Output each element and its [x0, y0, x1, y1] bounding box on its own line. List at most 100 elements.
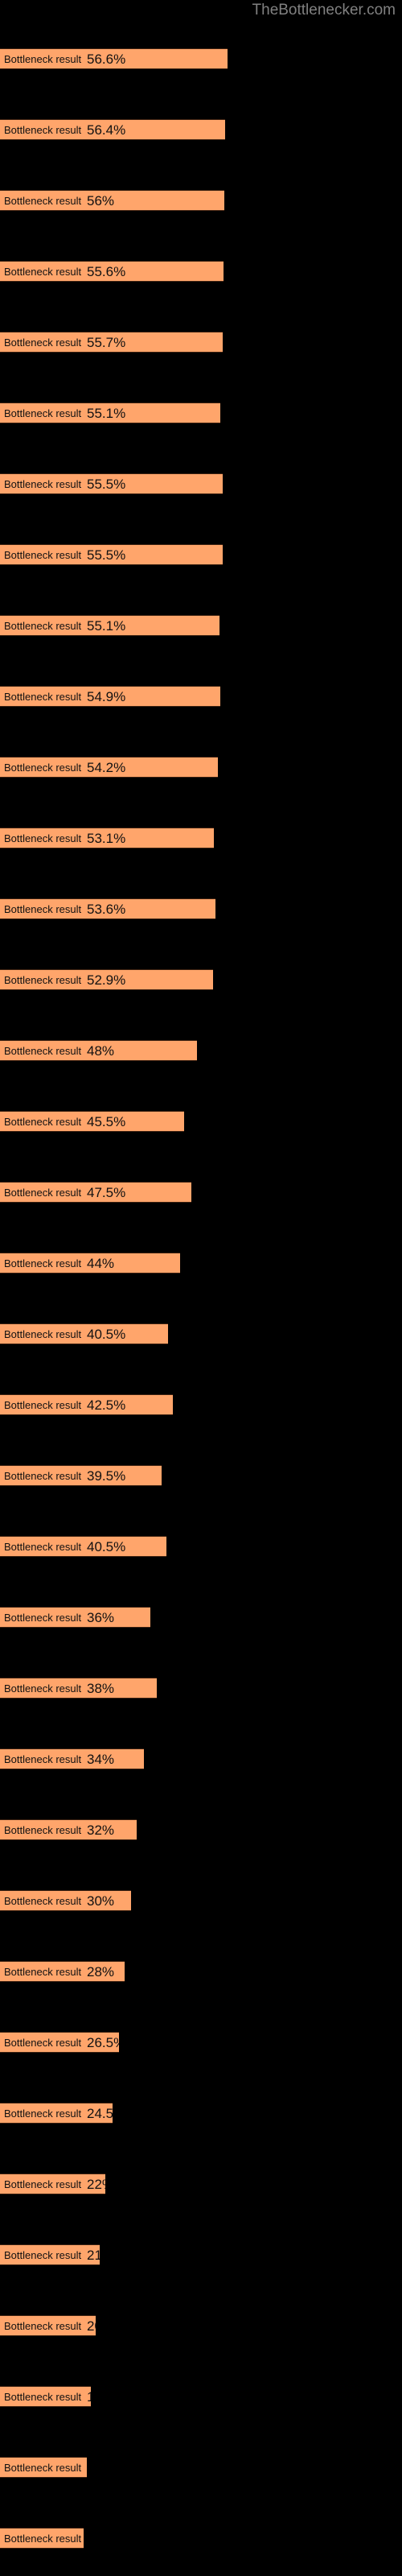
bar-category-label: Bottleneck result: [4, 1824, 82, 1836]
bar-value-label: 53.1%: [87, 831, 126, 846]
bar-category-label: Bottleneck result: [4, 832, 82, 844]
bar-value-label: 54.9%: [87, 689, 126, 704]
bar: Bottleneck result 48%: [0, 1040, 197, 1061]
bar: Bottleneck result 24.5%: [0, 2103, 113, 2124]
bar: Bottleneck result 39.5%: [0, 1465, 162, 1486]
bar: Bottleneck result 36%: [0, 1607, 150, 1628]
bar-category-label: Bottleneck result: [4, 1470, 82, 1482]
bar-category-label: Bottleneck result: [4, 762, 82, 774]
bar-category-label: Bottleneck result: [4, 1187, 82, 1199]
bar-value-label: 56.4%: [87, 122, 126, 138]
bar-value-label: 32%: [87, 1823, 115, 1838]
bar: Bottleneck result 44%: [0, 1253, 180, 1274]
bar-category-label: Bottleneck result: [4, 478, 82, 490]
bar-category-label: Bottleneck result: [4, 266, 82, 278]
bar-category-label: Bottleneck result: [4, 1895, 82, 1907]
bar-category-label: Bottleneck result: [4, 1753, 82, 1765]
bar: Bottleneck result 22%: [0, 2174, 105, 2194]
bar-value-label: 55.6%: [87, 264, 126, 279]
bar: Bottleneck result 56%: [0, 190, 224, 211]
bar-value-label: 22%: [87, 2177, 105, 2192]
bar-value-label: 48%: [87, 1043, 115, 1059]
bar-category-label: Bottleneck result: [4, 53, 82, 65]
bar-category-label: Bottleneck result: [4, 620, 82, 632]
bar-value-label: 39.5%: [87, 1468, 126, 1484]
bar: Bottleneck result 52.9%: [0, 969, 213, 990]
bar-value-label: 47.5%: [87, 1185, 126, 1200]
bottleneck-bar-chart: TheBottlenecker.com Bottleneck result 56.…: [0, 0, 402, 2576]
bar: Bottleneck result 47.5%: [0, 1182, 191, 1203]
bar-category-label: Bottleneck result: [4, 195, 82, 207]
bar-value-label: 40.5%: [87, 1539, 126, 1554]
bar-value-label: 21%: [87, 2248, 100, 2263]
bar-value-label: 28%: [87, 1964, 115, 1979]
bar-value-label: 38%: [87, 1681, 115, 1696]
bar: Bottleneck result 54.2%: [0, 757, 218, 778]
bar: Bottleneck result17.5%: [0, 2457, 87, 2478]
bar: Bottleneck result 55.5%: [0, 544, 223, 565]
bar-category-label: Bottleneck result: [4, 1328, 82, 1340]
bar-value-label: 26.5%: [87, 2035, 119, 2050]
bar: Bottleneck result 34%: [0, 1748, 144, 1769]
bar: Bottleneck result 40.5%: [0, 1536, 166, 1557]
bar-category-label: Bottleneck result: [4, 1541, 82, 1553]
bar: Bottleneck result 30%: [0, 1890, 131, 1911]
bar-value-label: 18.5%: [87, 2387, 91, 2406]
bar-value-label: 20%: [87, 2318, 96, 2334]
bar: Bottleneck result 55.5%: [0, 473, 223, 494]
bar-value-label: 55.7%: [87, 335, 126, 350]
bar-category-label: Bottleneck result: [4, 903, 82, 915]
bar: Bottleneck result 21%: [0, 2244, 100, 2265]
bar-value-label: 54.2%: [87, 760, 126, 775]
bar-value-label: 45.5%: [87, 1114, 126, 1129]
bar: Bottleneck result 55.1%: [0, 402, 220, 423]
bar: Bottleneck result 55.7%: [0, 332, 223, 353]
bar: Bottleneck result 40.5%: [0, 1323, 168, 1344]
bar: Bottleneck result 53.6%: [0, 898, 215, 919]
bar-category-label: Bottleneck result: [4, 336, 82, 349]
bar-category-label: Bottleneck result: [4, 1116, 82, 1128]
bar-value-label: 30%: [87, 1893, 115, 1909]
bar-value-label: 36%: [87, 1610, 115, 1625]
bar-value-label: 34%: [87, 1752, 115, 1767]
bar-value-label: 55.1%: [87, 406, 126, 421]
bar-category-label: Bottleneck result: [4, 2391, 82, 2403]
bar-value-label: 56.6%: [87, 52, 126, 67]
bar-category-label: Bottleneck result: [4, 1045, 82, 1057]
bar-category-label: Bottleneck result: [4, 2107, 82, 2120]
bar-category-label: Bottleneck result: [4, 1612, 82, 1624]
bar: Bottleneck result 42.5%: [0, 1394, 173, 1415]
bar-category-label: Bottleneck result: [4, 691, 82, 703]
bar-category-label: Bottleneck result: [4, 1399, 82, 1411]
bar-category-label: Bottleneck result: [4, 2320, 82, 2332]
bar-category-label: Bottleneck result: [4, 1257, 82, 1269]
bar: Bottleneck result 38%: [0, 1678, 157, 1699]
bar: Bottleneck result 55.1%: [0, 615, 219, 636]
bar: Bottleneck result 20%: [0, 2315, 96, 2336]
bar-value-label: 52.9%: [87, 972, 126, 988]
bar-list: Bottleneck result 56.6% Bottleneck result 5…: [0, 0, 402, 2576]
bar-value-label: 40.5%: [87, 1327, 126, 1342]
bar-category-label: Bottleneck result: [4, 2178, 82, 2190]
bar-category-label: Bottleneck result: [4, 549, 82, 561]
bar-value-label: 53.6%: [87, 902, 126, 917]
bar-category-label: Bottleneck result: [4, 407, 82, 419]
bar-value-label: 42.5%: [87, 1397, 126, 1413]
bar-category-label: Bottleneck result: [4, 2037, 82, 2049]
bar-category-label: Bottleneck result: [4, 2462, 82, 2474]
bar: Bottleneck result 45.5%: [0, 1111, 184, 1132]
bar-value-label: 55.5%: [87, 477, 126, 492]
bar: Bottleneck result 26.5%: [0, 2032, 119, 2053]
bar-category-label: Bottleneck result: [4, 2249, 82, 2261]
bar-value-label: 44%: [87, 1256, 115, 1271]
bar: Bottleneck result 56.6%: [0, 48, 228, 69]
bar-value-label: 55.5%: [87, 547, 126, 563]
bar: Bottleneck result 18.5%: [0, 2386, 91, 2407]
bar-value-label: 55.1%: [87, 618, 126, 634]
bar-category-label: Bottleneck result: [4, 2533, 82, 2545]
bar: Bottleneck result 55.6%: [0, 261, 224, 282]
bar-value-label: 56%: [87, 193, 115, 208]
bar-category-label: Bottleneck result: [4, 1966, 82, 1978]
bar: Bottleneck result 56.4%: [0, 119, 225, 140]
bar: Bottleneck result 54.9%: [0, 686, 220, 707]
